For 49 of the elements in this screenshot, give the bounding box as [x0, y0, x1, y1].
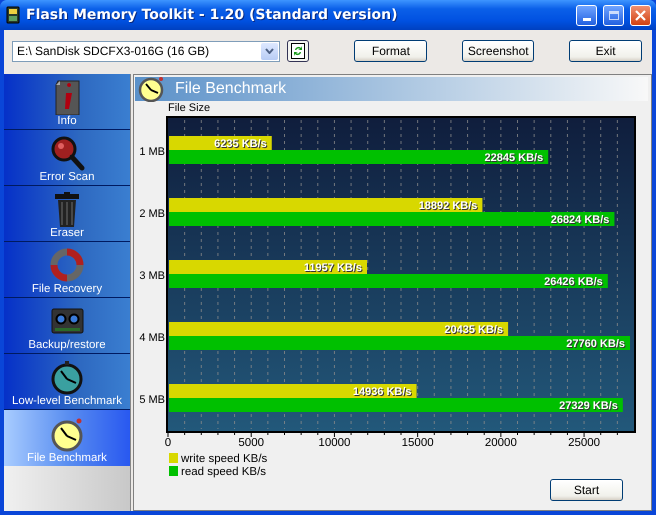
screenshot-button[interactable]: Screenshot	[462, 40, 534, 62]
sidebar-item[interactable]: Error Scan	[4, 130, 130, 186]
exit-button[interactable]: Exit	[569, 40, 642, 62]
minimize-button[interactable]	[576, 4, 597, 26]
legend-label: read speed KB/s	[181, 466, 266, 478]
sidebar-item[interactable]: Backup/restore	[4, 298, 130, 354]
sidebar-item[interactable]: Low-level Benchmark	[4, 354, 130, 410]
bar-value-label: 18892 KB/s	[418, 200, 478, 212]
format-button[interactable]: Format	[354, 40, 428, 62]
maximize-button[interactable]	[603, 4, 624, 26]
app-icon	[6, 6, 20, 24]
category-label: 2 MB	[139, 208, 165, 220]
sidebar-item[interactable]: File Benchmark	[4, 410, 130, 466]
start-button[interactable]: Start	[550, 479, 623, 501]
category-label: 3 MB	[139, 270, 165, 282]
tick-label: 25000	[568, 437, 600, 449]
category-label: 5 MB	[139, 394, 165, 406]
panel-title: File Benchmark	[175, 80, 286, 98]
bar-value-label: 11957 KB/s	[304, 262, 362, 274]
drive-dropdown[interactable]: E:\ SanDisk SDCFX3-016G (16 GB)	[12, 40, 280, 62]
tick-label: 20000	[484, 437, 517, 449]
sidebar-item[interactable]: Info	[4, 74, 130, 130]
refresh-button[interactable]	[286, 40, 309, 62]
bar-value-label: 27329 KB/s	[559, 400, 618, 412]
sidebar-item[interactable]: Eraser	[4, 186, 130, 242]
bar-value-label: 26426 KB/s	[544, 276, 603, 288]
close-icon	[635, 10, 646, 20]
magnifier-icon	[49, 135, 85, 171]
close-button[interactable]	[630, 4, 651, 26]
sidebar-item[interactable]: File Recovery	[4, 242, 130, 298]
stopwatch-icon	[49, 359, 85, 395]
bar-value-label: 26824 KB/s	[550, 214, 610, 226]
category-label: 1 MB	[139, 146, 165, 158]
bar-value-label: 27760 KB/s	[566, 338, 625, 350]
tick-label: 15000	[402, 437, 434, 449]
lifebuoy-icon	[49, 247, 85, 283]
tick-label: 5000	[238, 437, 264, 449]
stopwatch-icon	[49, 416, 85, 452]
bar-value-label: 20435 KB/s	[444, 324, 504, 336]
window-title: Flash Memory Toolkit - 1.20 (Standard version)	[26, 7, 399, 23]
bar-value-label: 14936 KB/s	[352, 386, 412, 398]
bar-value-label: 6235 KB/s	[214, 138, 267, 150]
tick-label: 10000	[318, 437, 350, 449]
tick-label: 0	[164, 437, 172, 449]
bar-value-label: 22845 KB/s	[484, 152, 544, 164]
axis-title: File Size	[168, 102, 210, 114]
legend-label: write speed KB/s	[181, 453, 268, 465]
refresh-icon	[290, 43, 305, 59]
category-label: 4 MB	[139, 332, 165, 344]
